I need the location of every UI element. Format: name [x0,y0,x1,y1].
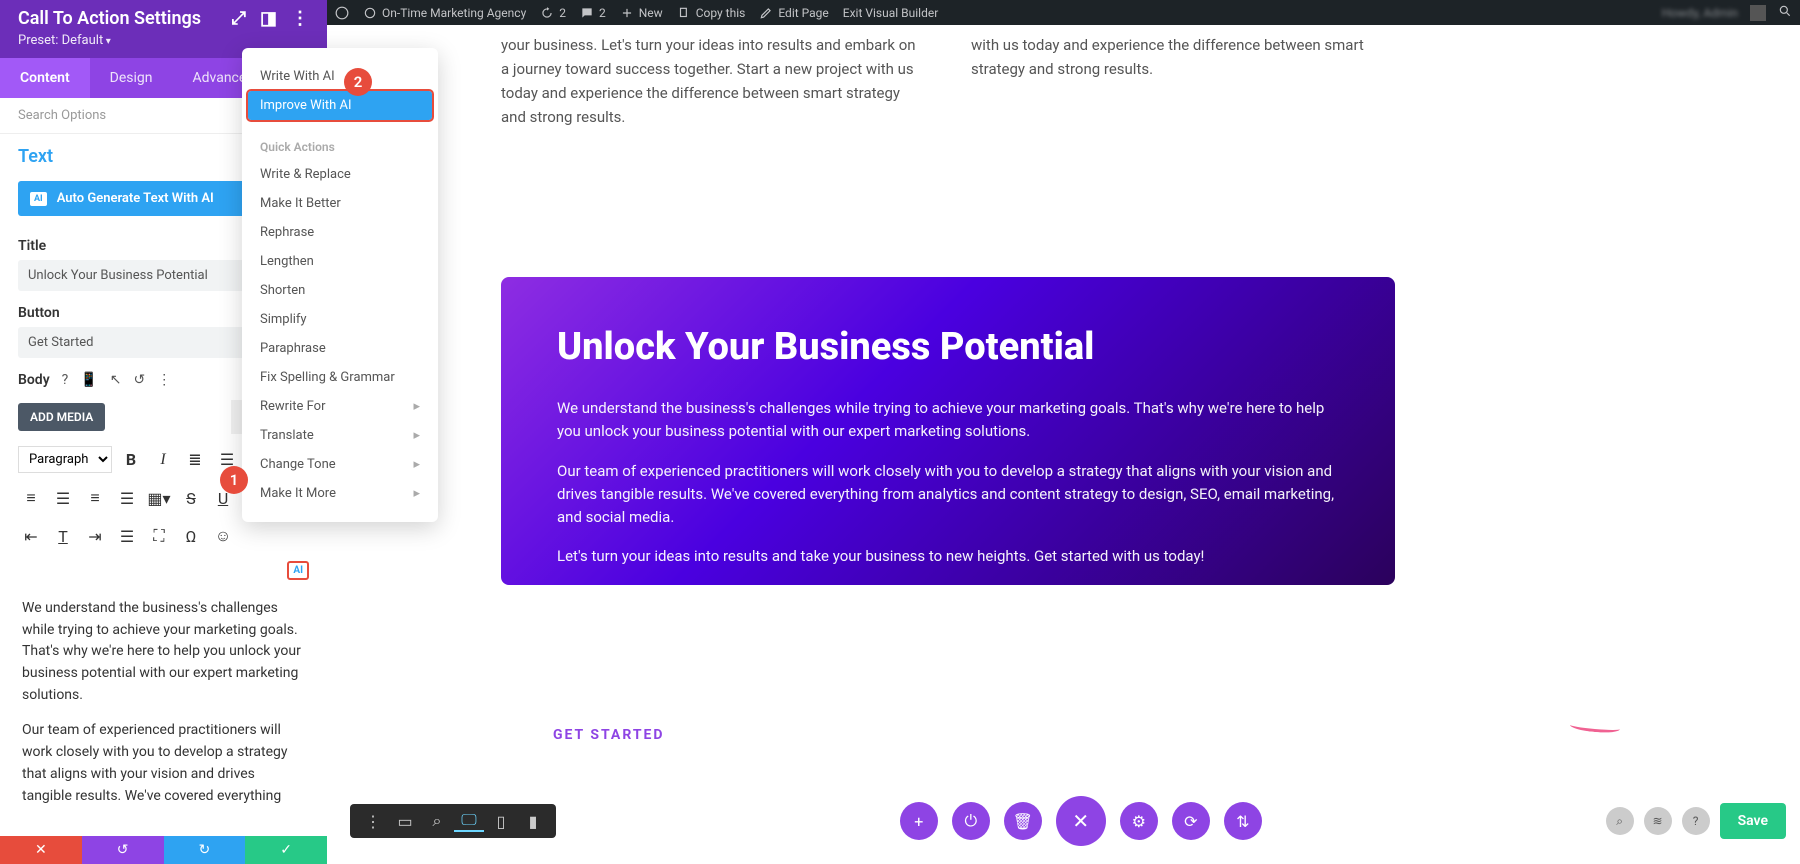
special-char-button[interactable]: Ω [178,523,204,549]
settings-button[interactable]: ⚙ [1120,802,1158,840]
responsive-controls: ⋮ ▭ ⌕ 🖵 ▯ ▮ [350,804,556,838]
layers-button[interactable]: ≋ [1644,807,1672,835]
history-button[interactable]: ⟳ [1172,802,1210,840]
avatar[interactable] [1750,5,1766,21]
text-fragment-right: with us today and experience the differe… [971,33,1401,81]
ai-trigger-button[interactable]: AI [287,561,309,580]
bb-menu-icon[interactable]: ⋮ [358,810,388,832]
italic-button[interactable]: I [150,447,176,473]
ai-dropdown: Write With AI Improve With AI Quick Acti… [242,48,438,522]
copy-this[interactable]: Copy this [677,6,746,20]
indent-button[interactable]: ☰ [114,523,140,549]
find-button[interactable]: ⌕ [1606,807,1634,835]
justify-button[interactable]: ☰ [114,485,140,511]
expand-icon[interactable]: ⤢ [232,8,246,29]
write-with-ai[interactable]: Write With AI [242,62,438,91]
tab-content[interactable]: Content [0,58,90,98]
redo-button[interactable]: ↻ [164,836,246,864]
quick-actions-label: Quick Actions [242,134,438,160]
add-media-button[interactable]: ADD MEDIA [18,403,105,431]
page-preview: your business. Let's turn your ideas int… [327,25,1800,864]
fullscreen-button[interactable]: ⛶ [146,523,172,549]
cta-paragraph-3: Let's turn your ideas into results and t… [557,545,1339,568]
ai-change-tone[interactable]: Change Tone [242,450,438,479]
bullet-list-button[interactable]: ≣ [182,447,208,473]
emoji-button[interactable]: ☺ [210,523,236,549]
power-button[interactable]: ⏻ [952,802,990,840]
save-button[interactable]: Save [1720,803,1786,839]
reset-icon[interactable]: ↺ [133,372,145,388]
new-button[interactable]: New [620,6,663,20]
clear-format-button[interactable]: T [50,523,76,549]
indent-right-button[interactable]: ⇥ [82,523,108,549]
bold-button[interactable]: B [118,447,144,473]
exit-visual-builder[interactable]: Exit Visual Builder [843,6,939,20]
sort-button[interactable]: ⇅ [1224,802,1262,840]
wireframe-icon[interactable]: ▭ [390,810,420,832]
cancel-button[interactable]: ✕ [0,836,82,864]
builder-bottom-bar: ⋮ ▭ ⌕ 🖵 ▯ ▮ + ⏻ 🗑 ✕ ⚙ ⟳ ⇅ ⌕ ≋ ? Save [350,796,1786,846]
search-icon[interactable] [1778,4,1792,21]
cta-card[interactable]: Unlock Your Business Potential We unders… [501,277,1395,585]
undo-button[interactable]: ↺ [82,836,164,864]
text-fragment-left: your business. Let's turn your ideas int… [501,33,921,129]
help-button[interactable]: ? [1682,807,1710,835]
ai-write-replace[interactable]: Write & Replace [242,160,438,189]
strikethrough-button[interactable]: S [178,485,204,511]
menu-icon[interactable]: ⋮ [291,8,309,29]
snap-icon[interactable]: ◨ [260,8,277,29]
cta-paragraph-2: Our team of experienced practitioners wi… [557,460,1339,530]
user-greeting[interactable]: Howdy, Admin [1662,6,1738,20]
ai-paraphrase[interactable]: Paraphrase [242,334,438,363]
more-icon[interactable]: ⋮ [157,372,171,388]
desktop-icon[interactable]: 🖵 [454,810,484,832]
tablet-view-icon[interactable]: ▯ [486,810,516,832]
updates-icon[interactable]: 2 [540,6,566,20]
trash-button[interactable]: 🗑 [1004,802,1042,840]
wp-logo-icon[interactable] [335,6,349,20]
confirm-button[interactable]: ✓ [245,836,327,864]
ai-fix-spelling[interactable]: Fix Spelling & Grammar [242,363,438,392]
outdent-button[interactable]: ⇤ [18,523,44,549]
cta-paragraph-1: We understand the business's challenges … [557,397,1339,444]
site-name[interactable]: On-Time Marketing Agency [363,6,526,20]
ai-badge-icon: AI [30,192,47,206]
ai-simplify[interactable]: Simplify [242,305,438,334]
ai-make-better[interactable]: Make It Better [242,189,438,218]
builder-right-actions: ⌕ ≋ ? Save [1606,803,1786,839]
zoom-icon[interactable]: ⌕ [422,810,452,832]
preset-selector[interactable]: Preset: Default [18,33,309,48]
ai-rephrase[interactable]: Rephrase [242,218,438,247]
body-label: Body [18,372,50,388]
get-started-link[interactable]: GET STARTED [553,727,665,743]
panel-actions: ✕ ↺ ↻ ✓ [0,836,327,864]
panel-title: Call To Action Settings [18,8,201,29]
tab-design[interactable]: Design [90,58,173,98]
comments-icon[interactable]: 2 [580,6,606,20]
align-right-button[interactable]: ≡ [82,485,108,511]
close-builder-button[interactable]: ✕ [1056,796,1106,846]
ai-lengthen[interactable]: Lengthen [242,247,438,276]
edit-page[interactable]: Edit Page [759,6,828,20]
ai-rewrite-for[interactable]: Rewrite For [242,392,438,421]
decorative-swoosh [1570,720,1621,734]
ai-shorten[interactable]: Shorten [242,276,438,305]
callout-1: 1 [220,466,248,494]
align-center-button[interactable]: ☰ [50,485,76,511]
paragraph-select[interactable]: Paragraph [18,446,112,473]
body-editor[interactable]: We understand the business's challenges … [0,580,327,839]
cta-heading: Unlock Your Business Potential [557,325,1339,369]
add-button[interactable]: + [900,802,938,840]
hover-icon[interactable]: ↖ [110,372,122,388]
tablet-icon[interactable]: 📱 [80,372,97,388]
table-button[interactable]: ▦▾ [146,485,172,511]
align-left-button[interactable]: ≡ [18,485,44,511]
improve-with-ai[interactable]: Improve With AI [248,91,432,120]
phone-view-icon[interactable]: ▮ [518,810,548,832]
callout-2: 2 [344,68,372,96]
ai-make-more[interactable]: Make It More [242,479,438,508]
help-icon[interactable]: ? [62,372,69,388]
ai-translate[interactable]: Translate [242,421,438,450]
builder-actions: + ⏻ 🗑 ✕ ⚙ ⟳ ⇅ [900,796,1262,846]
